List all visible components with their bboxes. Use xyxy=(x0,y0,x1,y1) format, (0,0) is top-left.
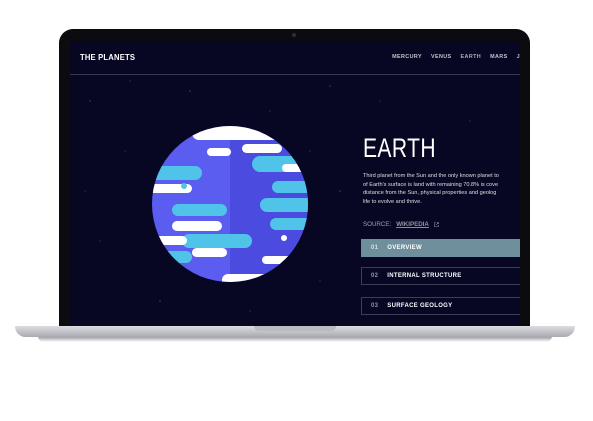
nav-jupiter-partial[interactable]: J xyxy=(517,54,520,60)
description-line: Third planet from the Sun and the only k… xyxy=(363,173,499,179)
top-navigation-bar: THE PLANETS MERCURY VENUS EARTH MARS J xyxy=(70,41,520,75)
source-row: SOURCE: WIKIPEDIA xyxy=(363,221,439,228)
nav-venus[interactable]: VENUS xyxy=(431,54,452,60)
tab-number: 03 xyxy=(371,303,379,309)
external-link-icon[interactable] xyxy=(434,222,439,227)
nav-mercury[interactable]: MERCURY xyxy=(392,54,422,60)
source-label: SOURCE: xyxy=(363,221,392,228)
camera-dot xyxy=(292,33,296,37)
description-line: life to evolve and thrive. xyxy=(363,198,422,205)
nav-earth[interactable]: EARTH xyxy=(461,54,482,60)
wikipedia-link[interactable]: WIKIPEDIA xyxy=(396,221,429,228)
tab-surface-geology[interactable]: 03 SURFACE GEOLOGY xyxy=(361,297,520,315)
planet-description: Third planet from the Sun and the only k… xyxy=(363,172,520,206)
planet-nav: MERCURY VENUS EARTH MARS J xyxy=(392,54,520,60)
site-logo[interactable]: THE PLANETS xyxy=(80,52,135,62)
laptop-opening-notch xyxy=(254,326,336,331)
tab-internal-structure[interactable]: 02 INTERNAL STRUCTURE xyxy=(361,267,520,285)
planet-title: EARTH xyxy=(363,133,436,163)
tab-label: OVERVIEW xyxy=(387,245,422,251)
laptop-screen: THE PLANETS MERCURY VENUS EARTH MARS J E… xyxy=(70,41,520,326)
description-line: distance from the Sun, physical properti… xyxy=(363,190,497,196)
tab-number: 01 xyxy=(371,245,379,251)
description-line: of Earth's surface is land with remainin… xyxy=(363,181,499,188)
tab-overview[interactable]: 01 OVERVIEW xyxy=(361,239,520,257)
earth-illustration xyxy=(152,126,308,282)
tab-number: 02 xyxy=(371,273,379,279)
tab-label: SURFACE GEOLOGY xyxy=(387,303,453,309)
nav-mars[interactable]: MARS xyxy=(490,54,507,60)
tab-label: INTERNAL STRUCTURE xyxy=(387,273,462,279)
